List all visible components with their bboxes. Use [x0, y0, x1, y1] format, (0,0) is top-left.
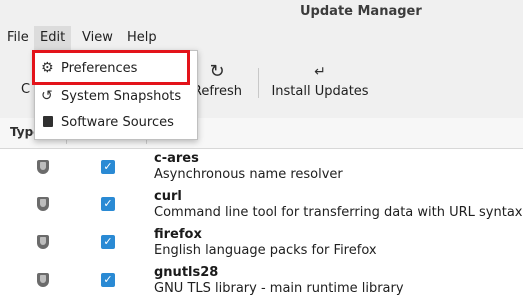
package-name: gnutls28 — [154, 265, 219, 280]
install-updates-label: Install Updates — [271, 84, 369, 99]
menu-view[interactable]: View — [79, 30, 116, 45]
package-name: firefox — [154, 227, 202, 242]
menu-item-label: System Snapshots — [61, 89, 182, 104]
update-checkbox[interactable]: ✓ — [101, 273, 115, 287]
title-bar: Update Manager — [0, 0, 523, 26]
menu-item-software-sources[interactable]: Software Sources — [35, 110, 197, 136]
menu-item-label: Software Sources — [61, 115, 174, 130]
shield-icon — [37, 273, 49, 287]
edit-menu-dropdown: ⚙ Preferences ↺ System Snapshots Softwar… — [34, 50, 198, 140]
clear-button-label-partial[interactable]: C — [21, 82, 30, 97]
menu-item-label: Preferences — [61, 61, 138, 76]
window-title: Update Manager — [300, 4, 422, 19]
menu-help[interactable]: Help — [124, 30, 160, 45]
menu-item-system-snapshots[interactable]: ↺ System Snapshots — [35, 84, 197, 110]
update-checkbox[interactable]: ✓ — [101, 160, 115, 174]
menu-file[interactable]: File — [4, 30, 32, 45]
refresh-icon: ↻ — [209, 61, 225, 82]
package-name: c-ares — [154, 151, 199, 166]
refresh-button[interactable]: ↻ Refresh — [192, 61, 242, 100]
package-description: Asynchronous name resolver — [154, 167, 343, 182]
table-row[interactable]: ✓ c-ares Asynchronous name resolver — [0, 150, 523, 188]
update-checkbox[interactable]: ✓ — [101, 235, 115, 249]
gear-icon: ⚙ — [41, 60, 54, 76]
table-row[interactable]: ✓ curl Command line tool for transferrin… — [0, 188, 523, 226]
shield-icon — [37, 197, 49, 211]
download-icon: ↵ — [314, 64, 326, 80]
table-row[interactable]: ✓ firefox English language packs for Fir… — [0, 226, 523, 264]
update-checkbox[interactable]: ✓ — [101, 197, 115, 211]
install-updates-button[interactable]: ↵ Install Updates — [270, 62, 370, 99]
table-row[interactable]: ✓ gnutls28 GNU TLS library - main runtim… — [0, 264, 523, 302]
menu-edit[interactable]: Edit — [34, 26, 72, 50]
history-icon: ↺ — [41, 88, 53, 104]
toolbar-separator — [258, 68, 259, 98]
shield-icon — [37, 160, 49, 174]
menu-bar: File Edit View Help — [0, 26, 523, 50]
package-description: GNU TLS library - main runtime library — [154, 281, 404, 296]
package-icon — [43, 116, 53, 127]
menu-item-preferences[interactable]: ⚙ Preferences — [35, 56, 197, 82]
package-name: curl — [154, 189, 182, 204]
shield-icon — [37, 235, 49, 249]
package-description: English language packs for Firefox — [154, 243, 377, 258]
package-description: Command line tool for transferring data … — [154, 205, 523, 220]
